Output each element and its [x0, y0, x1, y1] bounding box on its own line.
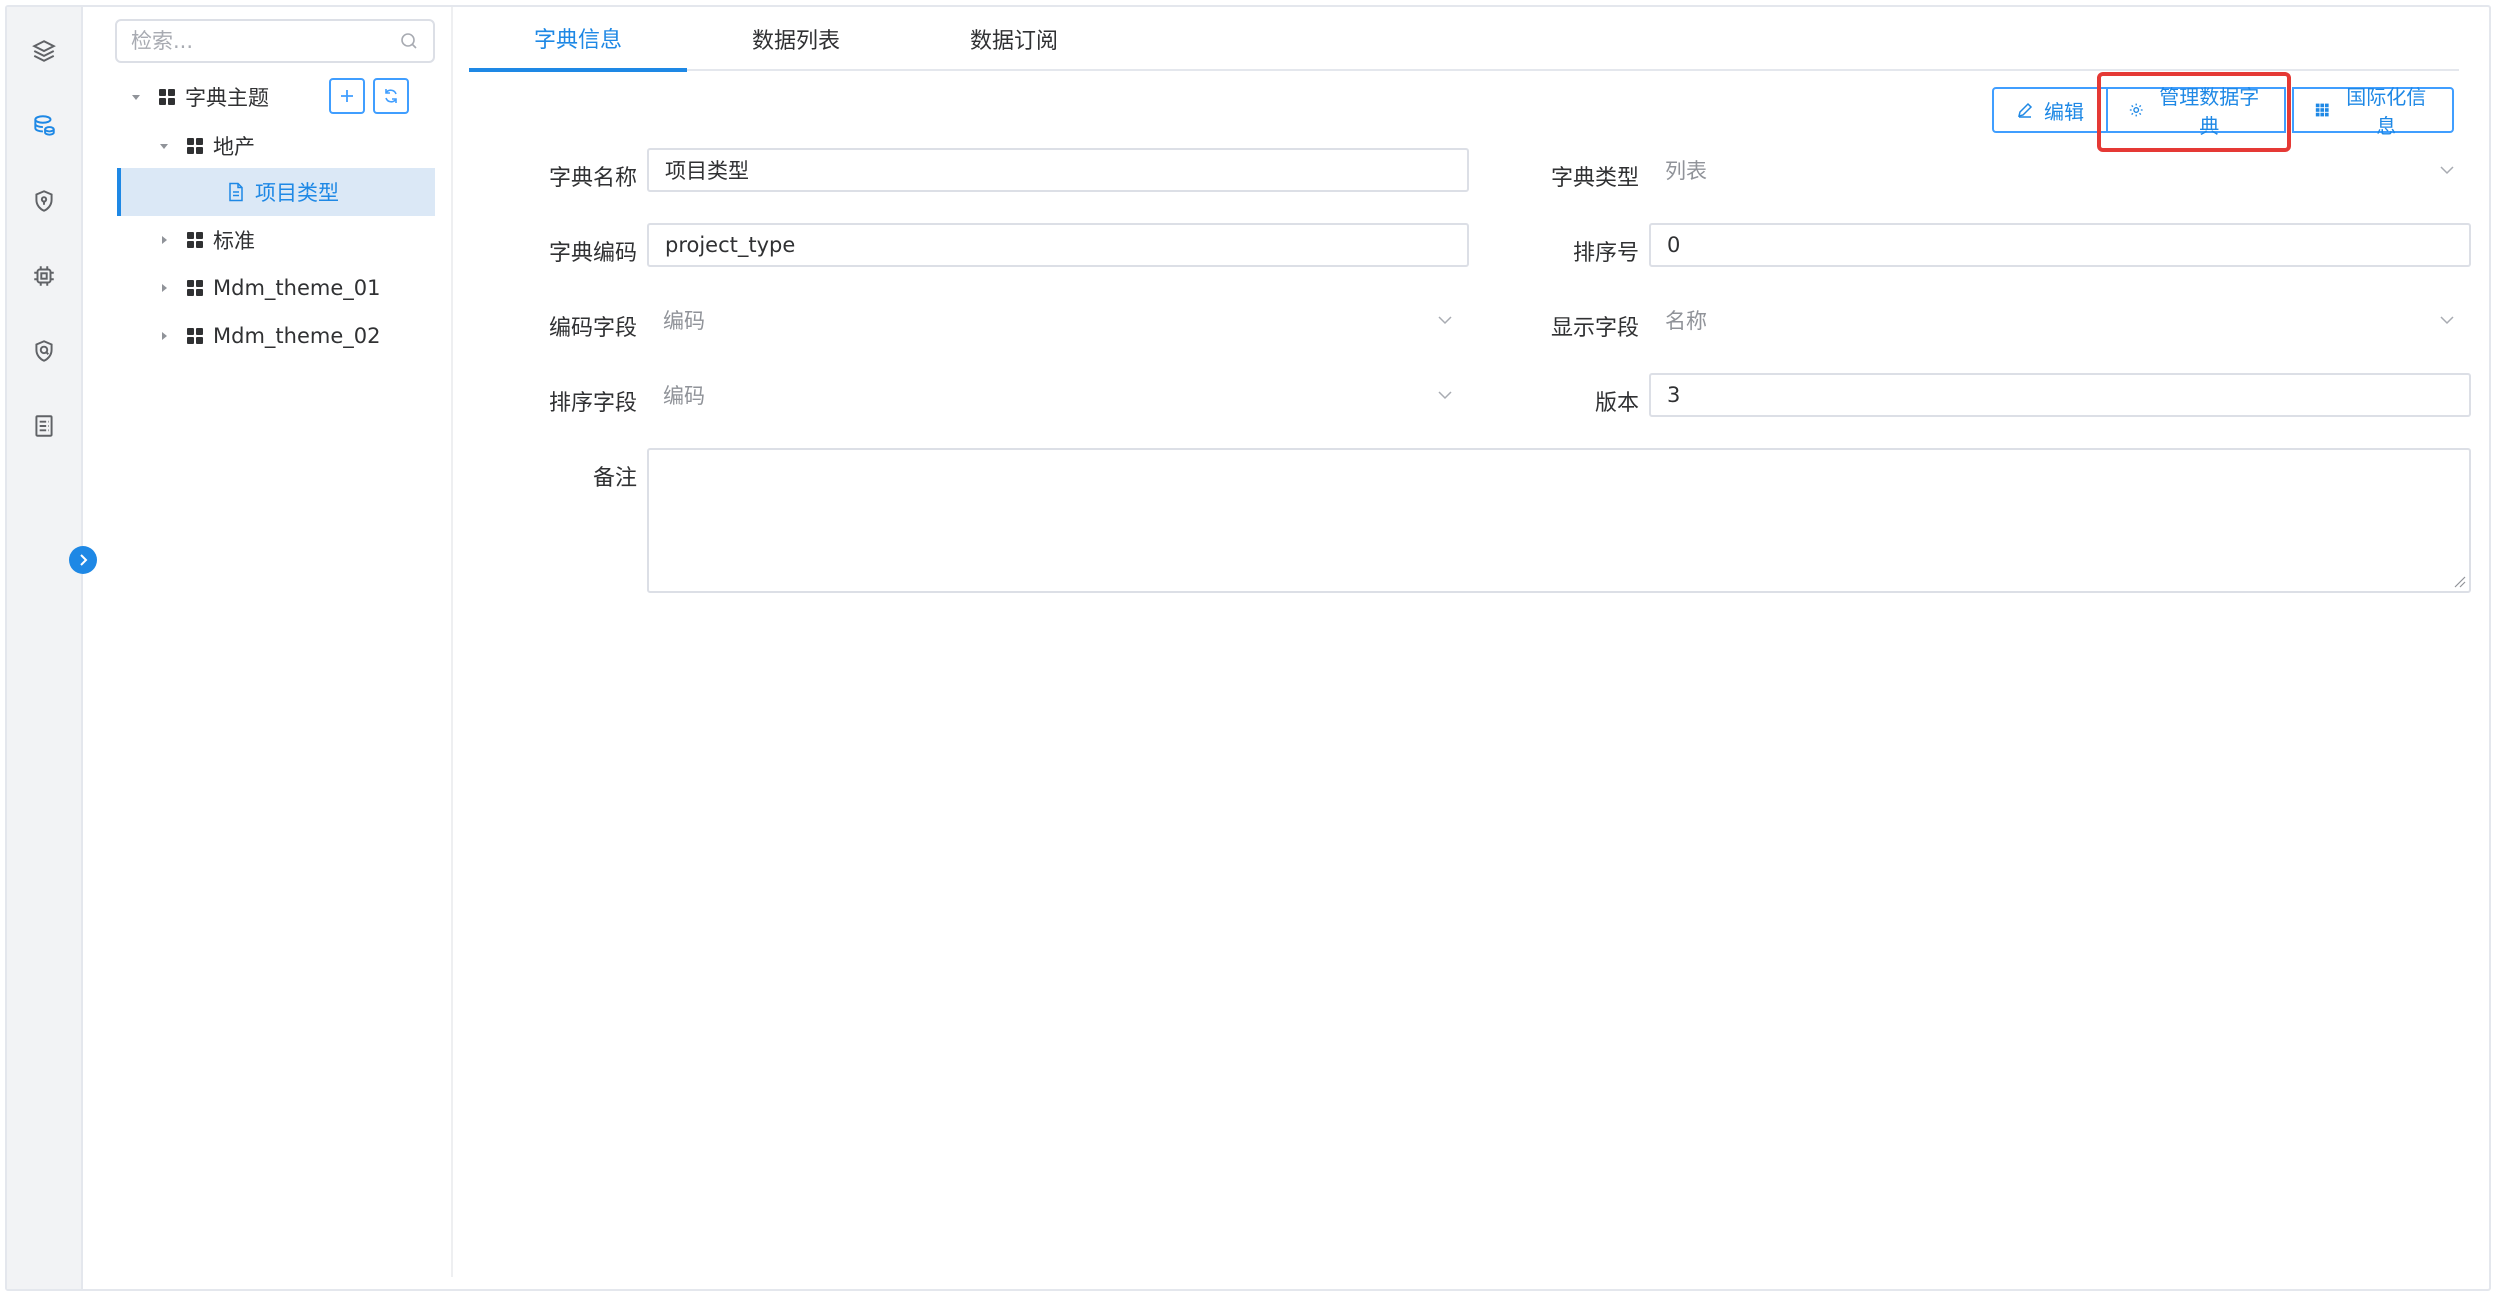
plus-icon — [341, 90, 353, 102]
dict-name-value: 项目类型 — [665, 159, 749, 183]
code-field-select[interactable]: 编码 — [647, 298, 1469, 342]
i18n-info-button[interactable]: 国际化信息 — [2292, 85, 2454, 138]
tree-node-label: Mdm_theme_02 — [213, 324, 381, 348]
tree-node-project-type[interactable]: 项目类型 — [227, 168, 339, 216]
tab-data-subscribe[interactable]: 数据订阅 — [905, 7, 1123, 71]
sort-field-value: 编码 — [663, 384, 705, 408]
tree-node-mdm-theme-02[interactable]: Mdm_theme_02 — [155, 312, 380, 360]
chip-icon[interactable] — [27, 259, 61, 293]
code-field-value: 编码 — [663, 309, 705, 333]
caret-down-icon[interactable] — [127, 88, 145, 106]
grid-icon — [2315, 103, 2329, 117]
grid-icon — [159, 89, 175, 105]
tree-node-mdm-theme-01[interactable]: Mdm_theme_01 — [155, 264, 380, 312]
grid-icon — [187, 328, 203, 344]
edit-button[interactable]: 编辑 — [1992, 87, 2108, 133]
manage-dictionary-label: 管理数据字典 — [2159, 85, 2260, 138]
tree-node-label: Mdm_theme_01 — [213, 276, 381, 300]
version-label: 版本 — [1594, 391, 1639, 416]
shield-location-icon[interactable] — [27, 184, 61, 218]
tree-node-biaozhun[interactable]: 标准 — [155, 216, 255, 264]
grid-icon — [187, 280, 203, 296]
pencil-icon — [2017, 102, 2033, 118]
shield-check-icon[interactable] — [27, 334, 61, 368]
sort-no-input[interactable]: 0 — [1649, 223, 2471, 267]
dict-type-value: 列表 — [1665, 159, 1707, 183]
dict-type-select[interactable]: 列表 — [1649, 148, 2471, 192]
dict-code-label: 字典编码 — [548, 241, 637, 266]
resize-grip-icon[interactable] — [2452, 574, 2466, 588]
tree-node-dichan[interactable]: 地产 — [155, 122, 255, 170]
sidebar-expand-button[interactable] — [69, 546, 97, 574]
tree-node-label: 项目类型 — [255, 181, 339, 205]
manage-dictionary-button[interactable]: 管理数据字典 — [2108, 85, 2286, 138]
tree-node-label: 标准 — [213, 229, 255, 253]
sort-field-label: 排序字段 — [548, 391, 637, 416]
dict-type-label: 字典类型 — [1550, 166, 1639, 191]
display-field-label: 显示字段 — [1550, 316, 1639, 341]
dict-name-label: 字典名称 — [548, 166, 637, 191]
tree-node-label: 字典主题 — [185, 86, 269, 110]
layers-icon[interactable] — [27, 34, 61, 68]
chevron-right-icon — [80, 554, 88, 566]
code-field-label: 编码字段 — [548, 316, 637, 341]
add-node-button[interactable] — [329, 78, 365, 114]
caret-right-icon[interactable] — [155, 231, 173, 249]
grid-icon — [187, 232, 203, 248]
sort-no-value: 0 — [1667, 233, 1681, 257]
tree-node-label: 地产 — [213, 135, 255, 159]
remark-label: 备注 — [592, 466, 637, 491]
search-icon — [401, 33, 417, 49]
version-input[interactable]: 3 — [1649, 373, 2471, 417]
version-value: 3 — [1667, 383, 1681, 407]
app-frame: 字典主题 地产 项目类型 标准 Mdm_theme_01 — [5, 5, 2491, 1291]
tab-data-list[interactable]: 数据列表 — [687, 7, 905, 71]
sort-no-label: 排序号 — [1572, 241, 1639, 266]
document-icon — [229, 182, 243, 202]
main-content: 字典信息 数据列表 数据订阅 编辑 管理数据字典 国际化信息 字典名称 项目类型… — [455, 7, 2489, 1289]
grid-icon — [187, 138, 203, 154]
tree-search-box[interactable] — [115, 19, 435, 63]
tree-search-input[interactable] — [131, 29, 399, 53]
refresh-icon — [385, 89, 397, 103]
sort-field-select[interactable]: 编码 — [647, 373, 1469, 417]
display-field-value: 名称 — [1665, 309, 1707, 333]
tree-node-root[interactable]: 字典主题 — [127, 73, 269, 121]
icon-rail — [7, 7, 83, 1289]
tree-panel: 字典主题 地产 项目类型 标准 Mdm_theme_01 — [85, 7, 453, 1277]
i18n-info-label: 国际化信息 — [2346, 85, 2427, 138]
chevron-down-icon — [1438, 391, 1452, 400]
dict-code-input[interactable]: project_type — [647, 223, 1469, 267]
remark-textarea[interactable] — [647, 448, 2471, 593]
tab-bar: 字典信息 数据列表 数据订阅 — [469, 7, 2459, 72]
caret-right-icon[interactable] — [155, 279, 173, 297]
tab-dict-info[interactable]: 字典信息 — [469, 7, 687, 72]
chevron-down-icon — [1438, 316, 1452, 325]
chevron-down-icon — [2440, 316, 2454, 325]
dict-code-value: project_type — [665, 233, 796, 257]
display-field-select[interactable]: 名称 — [1649, 298, 2471, 342]
action-bar: 编辑 管理数据字典 国际化信息 — [1992, 85, 2454, 138]
document-list-icon[interactable] — [27, 409, 61, 443]
chevron-down-icon — [2440, 166, 2454, 175]
gear-icon — [2129, 103, 2143, 117]
refresh-tree-button[interactable] — [373, 78, 409, 114]
caret-down-icon[interactable] — [155, 137, 173, 155]
caret-right-icon[interactable] — [155, 327, 173, 345]
dict-name-input[interactable]: 项目类型 — [647, 148, 1469, 192]
database-icon[interactable] — [27, 109, 61, 143]
edit-button-label: 编辑 — [2044, 99, 2084, 124]
